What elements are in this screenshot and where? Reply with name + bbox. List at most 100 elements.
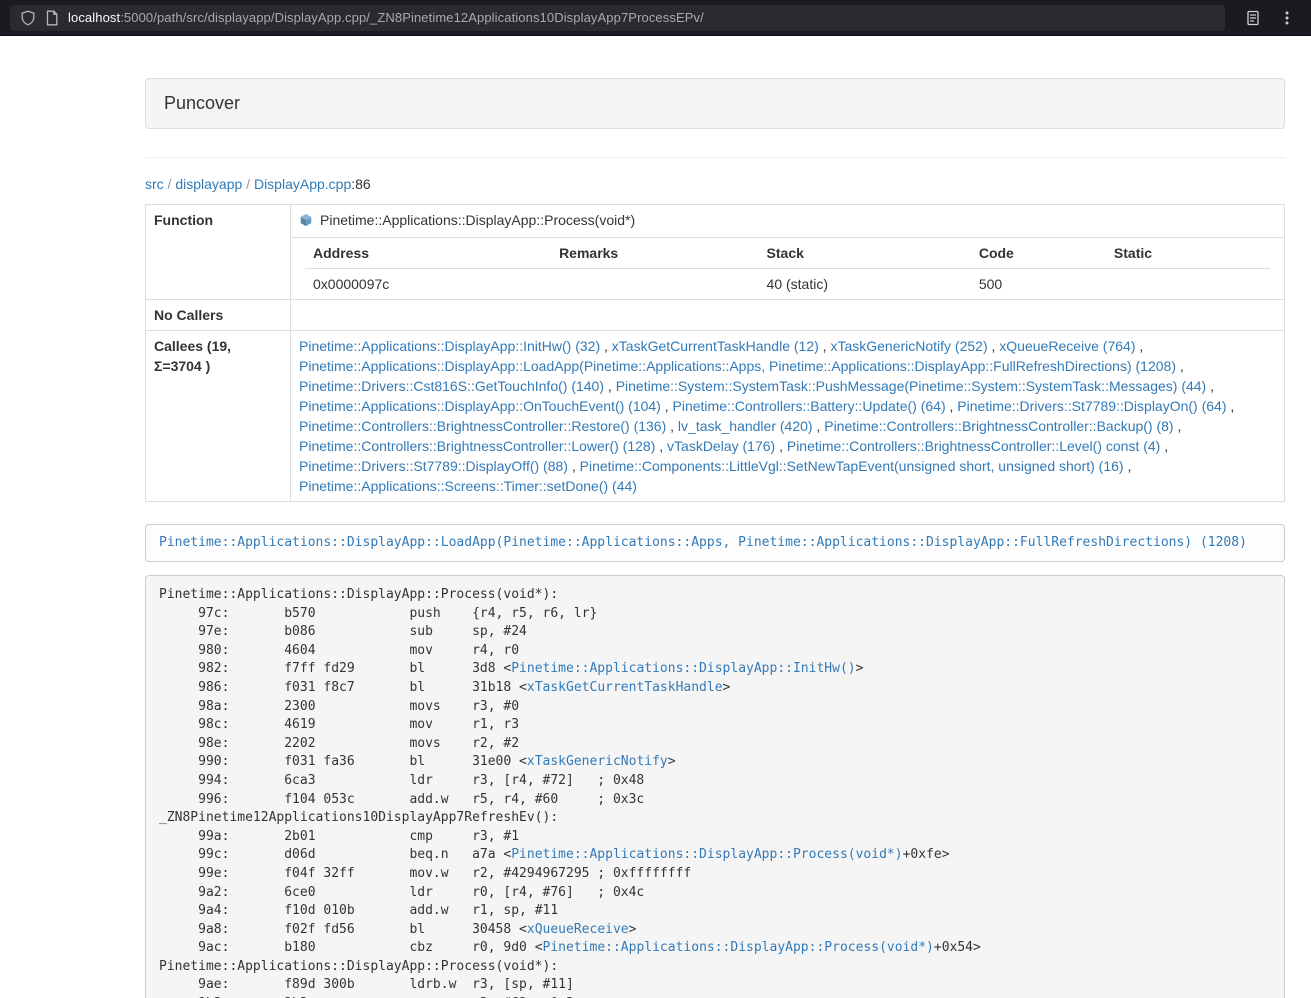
code-line: 9ae: f89d 300b ldrb.w r3, [sp, #11] — [159, 976, 1271, 995]
no-callers-cell — [291, 300, 1285, 331]
page-container: Puncover src / displayapp / DisplayApp.c… — [130, 78, 1300, 998]
breadcrumb-link[interactable]: displayapp — [175, 176, 242, 192]
column-header: Address — [305, 238, 551, 269]
code-line: 986: f031 f8c7 bl 31b18 <xTaskGetCurrent… — [159, 679, 1271, 698]
selected-callee-link[interactable]: Pinetime::Applications::DisplayApp::Load… — [159, 535, 1247, 550]
code-line: Pinetime::Applications::DisplayApp::Proc… — [159, 586, 1271, 605]
symbol-link[interactable]: Pinetime::Applications::DisplayApp::Proc… — [543, 940, 934, 955]
no-callers-label: No Callers — [146, 300, 291, 331]
column-header: Static — [1106, 238, 1270, 269]
callee-separator: , — [661, 398, 673, 414]
callee-link[interactable]: vTaskDelay (176) — [667, 438, 775, 454]
callee-link[interactable]: Pinetime::Drivers::St7789::DisplayOff() … — [299, 458, 568, 474]
metrics-table: AddressRemarksStackCodeStatic 0x0000097c… — [305, 238, 1270, 299]
callee-separator: , — [1206, 378, 1214, 394]
callees-label: Callees (19, Σ=3704 ) — [146, 331, 291, 502]
code-line: 994: 6ca3 ldr r3, [r4, #72] ; 0x48 — [159, 772, 1271, 791]
callee-separator: , — [1174, 418, 1182, 434]
callee-link[interactable]: Pinetime::Applications::DisplayApp::Init… — [299, 338, 600, 354]
code-value: 500 — [971, 269, 1106, 300]
callee-link[interactable]: xTaskGenericNotify (252) — [830, 338, 987, 354]
code-line: 990: f031 fa36 bl 31e00 <xTaskGenericNot… — [159, 753, 1271, 772]
symbol-link[interactable]: xQueueReceive — [527, 922, 629, 937]
callee-link[interactable]: Pinetime::Controllers::BrightnessControl… — [824, 418, 1173, 434]
metrics-value-row: 0x0000097c 40 (static) 500 — [305, 269, 1270, 300]
symbol-link[interactable]: Pinetime::Applications::DisplayApp::Init… — [511, 661, 855, 676]
breadcrumb-separator: / — [242, 176, 254, 192]
shield-icon[interactable] — [20, 10, 36, 26]
callee-separator: , — [1176, 358, 1184, 374]
url-text: localhost:5000/path/src/displayapp/Displ… — [68, 10, 704, 25]
breadcrumb: src / displayapp / DisplayApp.cpp:86 — [145, 176, 1285, 192]
callee-link[interactable]: Pinetime::Applications::DisplayApp::OnTo… — [299, 398, 661, 414]
url-bar[interactable]: localhost:5000/path/src/displayapp/Displ… — [10, 5, 1225, 31]
callee-separator: , — [1227, 398, 1235, 414]
stack-value: 40 (static) — [759, 269, 971, 300]
callee-link[interactable]: Pinetime::Applications::DisplayApp::Load… — [299, 358, 1176, 374]
function-table: Function Pinetime::Applications::Display… — [145, 204, 1285, 502]
code-line: 9a4: f10d 010b add.w r1, sp, #11 — [159, 902, 1271, 921]
metrics-header-row: AddressRemarksStackCodeStatic — [305, 238, 1270, 269]
reader-mode-icon[interactable] — [1239, 4, 1267, 32]
breadcrumb-link[interactable]: src — [145, 176, 164, 192]
callee-link[interactable]: Pinetime::Drivers::Cst816S::GetTouchInfo… — [299, 378, 604, 394]
function-name: Pinetime::Applications::DisplayApp::Proc… — [320, 212, 635, 228]
callee-separator: , — [604, 378, 616, 394]
callee-link[interactable]: Pinetime::Controllers::BrightnessControl… — [787, 438, 1160, 454]
callee-separator: , — [946, 398, 958, 414]
symbol-link[interactable]: xTaskGenericNotify — [527, 754, 668, 769]
code-line: 980: 4604 mov r4, r0 — [159, 642, 1271, 661]
code-line: 98e: 2202 movs r2, #2 — [159, 735, 1271, 754]
kebab-menu-icon[interactable] — [1273, 4, 1301, 32]
code-line: 99a: 2b01 cmp r3, #1 — [159, 828, 1271, 847]
code-line: 99e: f04f 32ff mov.w r2, #4294967295 ; 0… — [159, 865, 1271, 884]
callees-list: Pinetime::Applications::DisplayApp::Init… — [291, 331, 1285, 502]
function-name-cell: Pinetime::Applications::DisplayApp::Proc… — [291, 205, 1285, 238]
code-line: 99c: d06d beq.n a7a <Pinetime::Applicati… — [159, 846, 1271, 865]
function-row: Function Pinetime::Applications::Display… — [146, 205, 1285, 238]
callee-link[interactable]: Pinetime::Drivers::St7789::DisplayOn() (… — [957, 398, 1226, 414]
page-info-icon[interactable] — [45, 10, 59, 26]
column-header: Stack — [759, 238, 971, 269]
breadcrumb-line-number: :86 — [351, 176, 370, 192]
callee-separator: , — [666, 418, 678, 434]
symbol-link[interactable]: xTaskGetCurrentTaskHandle — [527, 680, 723, 695]
callee-separator: , — [819, 338, 831, 354]
browser-window: localhost:5000/path/src/displayapp/Displ… — [0, 0, 1311, 998]
callee-link[interactable]: xTaskGetCurrentTaskHandle (12) — [612, 338, 819, 354]
callee-link[interactable]: xQueueReceive (764) — [999, 338, 1135, 354]
disassembly-block: Pinetime::Applications::DisplayApp::Proc… — [145, 575, 1285, 998]
url-host: localhost — [68, 10, 120, 25]
callee-link[interactable]: Pinetime::Controllers::BrightnessControl… — [299, 438, 655, 454]
callee-separator: , — [600, 338, 612, 354]
code-line: 98c: 4619 mov r1, r3 — [159, 716, 1271, 735]
callee-separator: , — [813, 418, 825, 434]
code-line: 98a: 2300 movs r3, #0 — [159, 698, 1271, 717]
breadcrumb-separator: / — [164, 176, 176, 192]
callee-separator: , — [775, 438, 787, 454]
callee-link[interactable]: Pinetime::System::SystemTask::PushMessag… — [616, 378, 1207, 394]
callee-separator: , — [1124, 458, 1132, 474]
breadcrumb-link[interactable]: DisplayApp.cpp — [254, 176, 351, 192]
metrics-cell: AddressRemarksStackCodeStatic 0x0000097c… — [291, 238, 1285, 300]
column-header: Remarks — [551, 238, 758, 269]
callee-separator: , — [1160, 438, 1168, 454]
symbol-link[interactable]: Pinetime::Applications::DisplayApp::Proc… — [511, 847, 902, 862]
callee-link[interactable]: Pinetime::Components::LittleVgl::SetNewT… — [580, 458, 1124, 474]
metrics-row: AddressRemarksStackCodeStatic 0x0000097c… — [146, 238, 1285, 300]
callee-separator: , — [988, 338, 1000, 354]
disassembly-code: Pinetime::Applications::DisplayApp::Proc… — [159, 586, 1271, 998]
callee-link[interactable]: lv_task_handler (420) — [678, 418, 813, 434]
code-line: 97e: b086 sub sp, #24 — [159, 623, 1271, 642]
code-line: 9a2: 6ce0 ldr r0, [r4, #76] ; 0x4c — [159, 884, 1271, 903]
callee-link[interactable]: Pinetime::Controllers::Battery::Update()… — [673, 398, 946, 414]
callee-link[interactable]: Pinetime::Controllers::BrightnessControl… — [299, 418, 666, 434]
browser-toolbar: localhost:5000/path/src/displayapp/Displ… — [0, 0, 1311, 36]
divider — [145, 157, 1285, 158]
callee-separator: , — [655, 438, 667, 454]
url-path: :5000/path/src/displayapp/DisplayApp.cpp… — [120, 10, 704, 25]
callee-link[interactable]: Pinetime::Applications::Screens::Timer::… — [299, 478, 637, 494]
callee-separator: , — [568, 458, 580, 474]
callees-row: Callees (19, Σ=3704 ) Pinetime::Applicat… — [146, 331, 1285, 502]
remarks-value — [551, 269, 758, 300]
